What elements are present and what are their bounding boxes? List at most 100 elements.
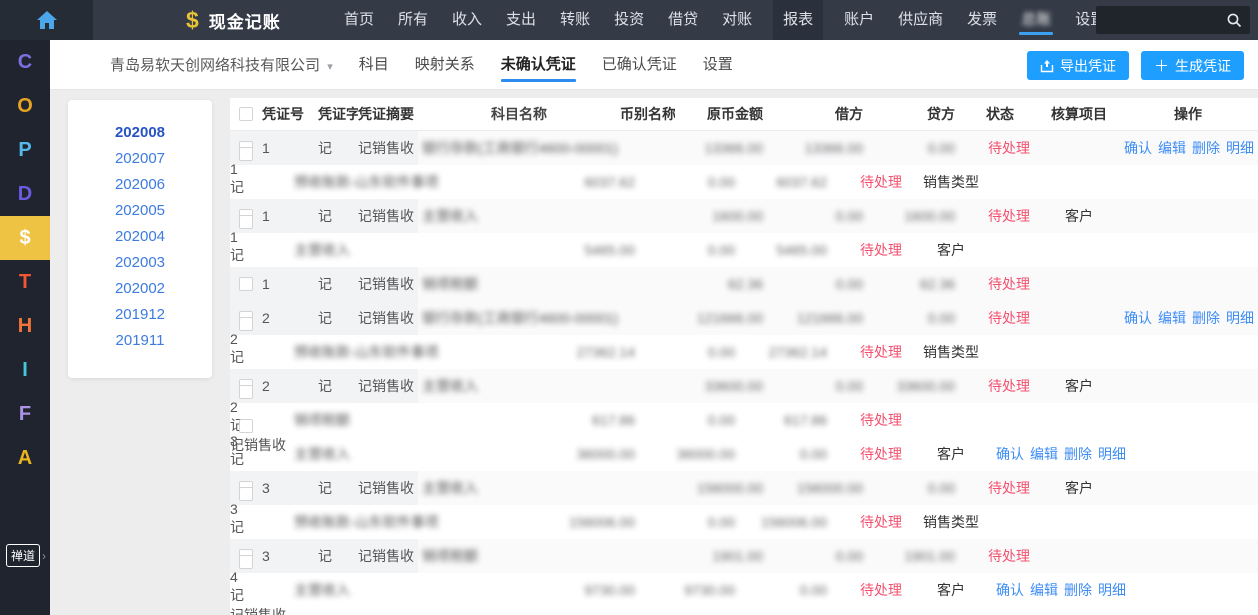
- action-delete[interactable]: 删除: [1064, 582, 1092, 598]
- company-selector[interactable]: 青岛易软天创网络科技有限公司 ▾: [110, 54, 333, 75]
- sidebar-app-d[interactable]: D: [0, 172, 50, 216]
- row-checkbox[interactable]: [239, 215, 253, 229]
- cell-status: 待处理: [988, 378, 1030, 394]
- cell-credit: 0.00: [799, 446, 827, 462]
- nav-item-x[interactable]: 投资: [611, 0, 647, 40]
- generate-voucher-button[interactable]: ＋ 生成凭证: [1140, 51, 1244, 80]
- nav-item-x[interactable]: 转账: [557, 0, 593, 40]
- nav-item-x[interactable]: 支出: [503, 0, 539, 40]
- sidebar-apps: C O P D $ T H I F A: [0, 40, 50, 480]
- month-item[interactable]: 202002: [68, 276, 212, 302]
- table-row: 3 记记销售收 主营收入 156000.00 156000.00 0.00 待处理 客户: [230, 471, 1258, 505]
- nav-item-x[interactable]: 供应商: [895, 0, 946, 40]
- sidebar-app-c[interactable]: C: [0, 40, 50, 84]
- column-header: 状态: [986, 106, 1014, 122]
- action-delete[interactable]: 删除: [1192, 140, 1220, 156]
- cell-subject-name: 销项税额: [422, 276, 478, 292]
- row-checkbox[interactable]: [239, 147, 253, 161]
- month-item[interactable]: 201912: [68, 302, 212, 328]
- cell-voucher-word: 记: [318, 208, 332, 224]
- cell-voucher-word: 记: [318, 480, 332, 496]
- month-item[interactable]: 201911: [68, 328, 212, 354]
- row-checkbox[interactable]: [239, 277, 253, 291]
- export-voucher-button[interactable]: 导出凭证: [1026, 51, 1129, 80]
- action-detail[interactable]: 明细: [1226, 310, 1254, 326]
- cell-voucher-word: 记: [318, 310, 332, 326]
- nav-item-x[interactable]: 对账: [719, 0, 755, 40]
- action-edit[interactable]: 编辑: [1158, 310, 1186, 326]
- sidebar-app-o[interactable]: O: [0, 84, 50, 128]
- sidebar-app-p[interactable]: P: [0, 128, 50, 172]
- cell-voucher-word: 记: [230, 247, 244, 263]
- row-checkbox[interactable]: [239, 317, 253, 331]
- sidebar-app-$[interactable]: $: [0, 216, 50, 260]
- sidebar-app-i[interactable]: I: [0, 348, 50, 392]
- action-confirm[interactable]: 确认: [996, 582, 1024, 598]
- action-delete[interactable]: 删除: [1064, 446, 1092, 462]
- action-delete[interactable]: 删除: [1192, 310, 1220, 326]
- month-item[interactable]: 202008: [68, 120, 212, 146]
- search-input[interactable]: [1096, 6, 1250, 34]
- sidebar-app-a[interactable]: A: [0, 436, 50, 480]
- cell-original-amount: 62.36: [727, 276, 763, 292]
- sidebar-app-h[interactable]: H: [0, 304, 50, 348]
- nav-item-x[interactable]: 发票: [964, 0, 1000, 40]
- cell-credit: 0.00: [799, 582, 827, 598]
- cell-accounting-item: 客户: [937, 446, 965, 462]
- row-checkbox-cell: [230, 385, 262, 399]
- cell-accounting-item: 客户: [1065, 208, 1093, 224]
- nav-item-x[interactable]: 收入: [449, 0, 485, 40]
- month-item[interactable]: 202005: [68, 198, 212, 224]
- month-item[interactable]: 202006: [68, 172, 212, 198]
- row-checkbox[interactable]: [239, 419, 253, 433]
- nav-item-label: 总账: [1021, 11, 1052, 28]
- home-button[interactable]: [0, 0, 93, 40]
- tab-item[interactable]: 设置: [703, 40, 733, 90]
- cell-voucher-summary: 记销售收: [358, 208, 414, 224]
- row-checkbox-cell: [230, 215, 262, 229]
- nav-item-x[interactable]: 首页: [341, 0, 377, 40]
- nav-item-x[interactable]: 账户: [841, 0, 877, 40]
- action-confirm[interactable]: 确认: [1124, 310, 1152, 326]
- sidebar-app-f[interactable]: F: [0, 392, 50, 436]
- cell-original-amount: 13366.00: [704, 140, 763, 156]
- cell-subject-name: 销项税额: [294, 412, 350, 428]
- cell-debit: 9730.00: [684, 582, 735, 598]
- month-item[interactable]: 202007: [68, 146, 212, 172]
- cell-voucher-summary: 记销售收: [358, 310, 414, 326]
- cell-subject-name: 主营收入: [294, 446, 350, 462]
- month-item[interactable]: 202004: [68, 224, 212, 250]
- zentao-button[interactable]: 禅道: [6, 544, 41, 567]
- tab-item[interactable]: 映射关系: [415, 40, 475, 90]
- month-item[interactable]: 202003: [68, 250, 212, 276]
- tab-item[interactable]: 科目: [359, 40, 389, 90]
- cell-status: 待处理: [860, 412, 902, 428]
- row-checkbox[interactable]: [239, 385, 253, 399]
- sidebar-app-t[interactable]: T: [0, 260, 50, 304]
- tab-active[interactable]: 未确认凭证: [500, 40, 576, 90]
- row-checkbox[interactable]: [239, 555, 253, 569]
- select-all-checkbox[interactable]: [239, 107, 253, 121]
- action-edit[interactable]: 编辑: [1030, 446, 1058, 462]
- nav-item-x[interactable]: 报表: [773, 0, 824, 40]
- action-edit[interactable]: 编辑: [1158, 140, 1186, 156]
- table-header-row: 凭证号 凭证字 凭证摘要 科目名称 币别名称 原币金额 借方 贷方 状态 核算项目 操作: [230, 98, 1258, 131]
- row-checkbox[interactable]: [239, 487, 253, 501]
- action-detail[interactable]: 明细: [1098, 446, 1126, 462]
- dollar-logo-icon: $: [186, 6, 199, 33]
- action-detail[interactable]: 明细: [1098, 582, 1126, 598]
- toolbar: 青岛易软天创网络科技有限公司 ▾ 科目 映射关系 未确认凭证 已确认凭证 设置 导出凭证…: [50, 40, 1258, 90]
- action-edit[interactable]: 编辑: [1030, 582, 1058, 598]
- cell-subject-name: 预收账款-山东软件事项: [294, 514, 439, 530]
- cell-status: 待处理: [860, 446, 902, 462]
- action-confirm[interactable]: 确认: [1124, 140, 1152, 156]
- chevron-right-icon[interactable]: ›: [42, 549, 46, 563]
- tab-item[interactable]: 已确认凭证: [602, 40, 677, 90]
- action-detail[interactable]: 明细: [1226, 140, 1254, 156]
- nav-item-x[interactable]: 所有: [395, 0, 431, 40]
- nav-item-active[interactable]: 总账: [1018, 0, 1054, 40]
- home-icon: [36, 11, 57, 29]
- nav-item-x[interactable]: 借贷: [665, 0, 701, 40]
- action-confirm[interactable]: 确认: [996, 446, 1024, 462]
- cell-status: 待处理: [860, 582, 902, 598]
